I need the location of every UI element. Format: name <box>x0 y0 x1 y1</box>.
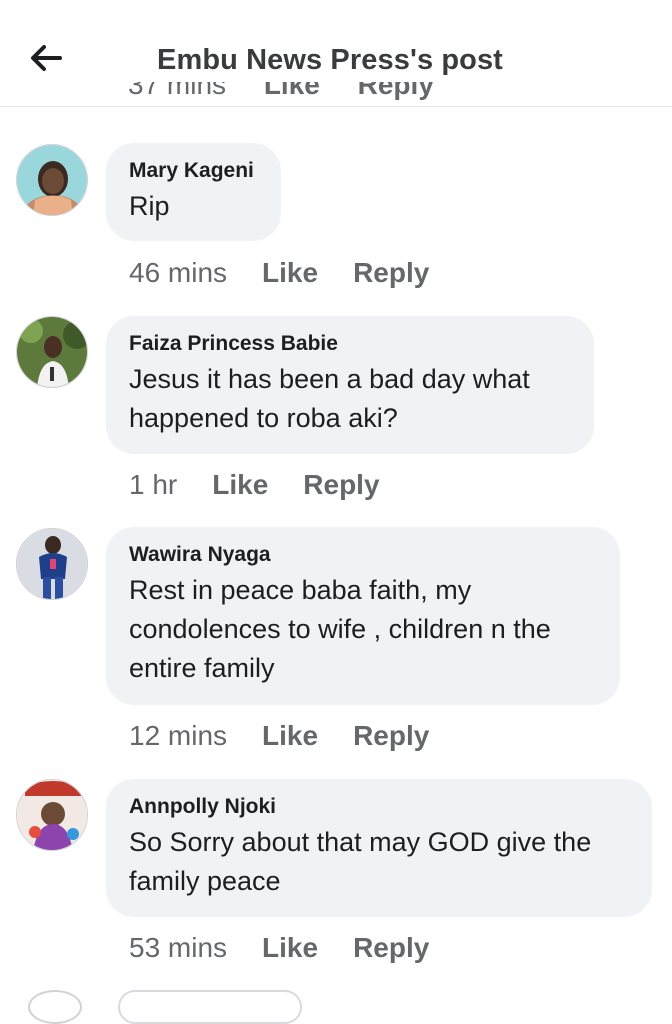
previous-comment-meta: 37 mins Like Reply <box>128 82 528 106</box>
comment-actions: 46 mins Like Reply <box>129 257 464 289</box>
comment-bubble[interactable]: Faiza Princess Babie Jesus it has been a… <box>106 316 594 454</box>
avatar-photo <box>17 780 87 850</box>
comment-text: Jesus it has been a bad day what happene… <box>129 364 530 433</box>
comment-text: Rest in peace baba faith, my condolences… <box>129 575 551 683</box>
avatar <box>28 990 82 1024</box>
arrow-left-icon <box>31 45 62 71</box>
reply-button[interactable]: Reply <box>358 82 434 100</box>
comment-actions: 1 hr Like Reply <box>129 469 415 501</box>
reply-button[interactable]: Reply <box>353 720 429 752</box>
page-title: Embu News Press's post <box>157 44 503 76</box>
like-button[interactable]: Like <box>262 257 318 289</box>
comment-bubble <box>118 990 302 1024</box>
comment-time: 46 mins <box>129 257 228 288</box>
comment-text: Rip <box>129 191 170 221</box>
comment-time: 53 mins <box>129 932 228 963</box>
comment-actions: 53 mins Like Reply <box>129 932 464 964</box>
avatar-photo <box>17 529 87 599</box>
reply-button[interactable]: Reply <box>353 257 429 289</box>
like-button[interactable]: Like <box>212 469 268 501</box>
comment-author[interactable]: Faiza Princess Babie <box>129 330 570 358</box>
next-comment-fragment <box>0 986 672 1024</box>
comment-time: 12 mins <box>129 720 228 751</box>
like-button[interactable]: Like <box>262 720 318 752</box>
reply-button[interactable]: Reply <box>353 932 429 964</box>
comment-text: So Sorry about that may GOD give the fam… <box>129 827 592 896</box>
comment-author[interactable]: Wawira Nyaga <box>129 541 596 569</box>
comment-time: 1 hr <box>129 469 178 500</box>
comment-time: 37 mins <box>128 82 227 100</box>
comment-author[interactable]: Annpolly Njoki <box>129 793 628 821</box>
comment-author[interactable]: Mary Kageni <box>129 157 257 185</box>
avatar[interactable] <box>16 144 88 216</box>
avatar-photo <box>17 145 87 215</box>
back-button[interactable] <box>26 38 66 78</box>
avatar[interactable] <box>16 316 88 388</box>
avatar-photo <box>17 317 87 387</box>
like-button[interactable]: Like <box>262 932 318 964</box>
avatar[interactable] <box>16 528 88 600</box>
comment-bubble[interactable]: Mary Kageni Rip <box>106 143 281 241</box>
comment-bubble[interactable]: Annpolly Njoki So Sorry about that may G… <box>106 779 652 917</box>
comment-bubble[interactable]: Wawira Nyaga Rest in peace baba faith, m… <box>106 527 620 705</box>
reply-button[interactable]: Reply <box>303 469 379 501</box>
like-button[interactable]: Like <box>264 82 320 100</box>
comment-actions: 12 mins Like Reply <box>129 720 464 752</box>
avatar[interactable] <box>16 779 88 851</box>
